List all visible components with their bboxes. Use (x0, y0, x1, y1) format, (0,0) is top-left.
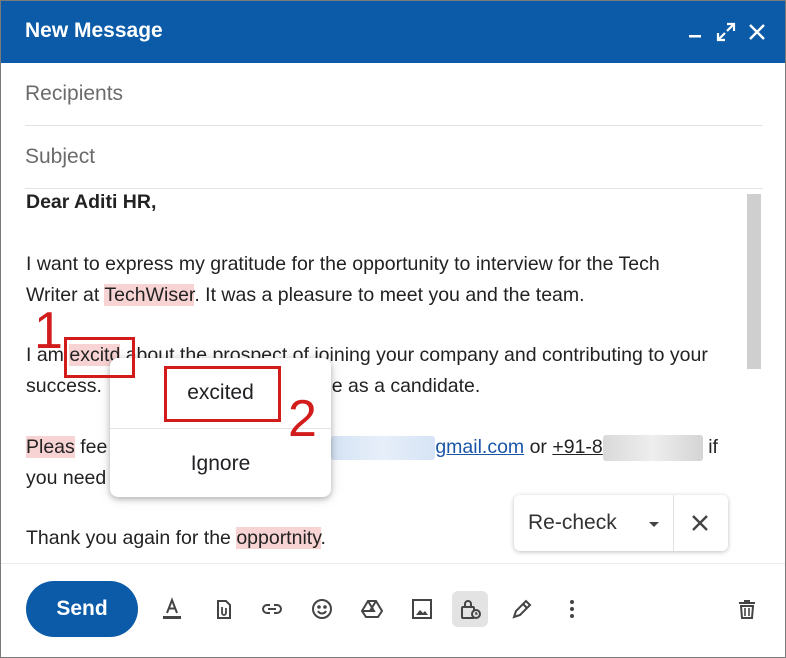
recheck-chip: Re-check (514, 495, 728, 551)
scrollbar-thumb[interactable] (747, 194, 761, 369)
compose-window: New Message Recipients Subject Dear Adit… (0, 0, 786, 658)
delete-icon[interactable] (729, 591, 765, 627)
compose-header: New Message (1, 1, 785, 63)
recheck-button[interactable]: Re-check (528, 511, 617, 535)
recipients-field[interactable]: Recipients (25, 63, 763, 126)
close-icon[interactable] (745, 20, 769, 44)
subject-placeholder: Subject (25, 145, 96, 168)
subject-field[interactable]: Subject (25, 126, 763, 189)
send-button[interactable]: Send (26, 581, 138, 637)
toolbar-divider (1, 563, 785, 564)
redacted-email (331, 435, 436, 460)
confidential-lock-icon[interactable] (452, 591, 488, 627)
misspelled-word[interactable]: opportnity (236, 527, 321, 549)
more-options-icon[interactable] (554, 591, 590, 627)
phone-link[interactable]: +91-8 (552, 434, 703, 461)
compose-title: New Message (25, 19, 163, 42)
annotation-number-1: 1 (34, 302, 63, 360)
dropdown-icon[interactable] (645, 515, 663, 533)
drive-icon[interactable] (354, 591, 390, 627)
minimize-icon[interactable] (683, 20, 707, 44)
annotation-box-1 (64, 337, 135, 378)
paragraph-3-line-2: you need (26, 467, 107, 489)
format-text-icon[interactable] (154, 591, 190, 627)
misspelled-word[interactable]: TechWiser (104, 284, 195, 306)
attach-icon[interactable] (204, 591, 240, 627)
close-recheck-icon[interactable] (688, 511, 712, 535)
link-icon[interactable] (254, 591, 290, 627)
annotation-box-2 (164, 366, 281, 422)
signature-pen-icon[interactable] (504, 591, 540, 627)
annotation-number-2: 2 (288, 390, 317, 448)
paragraph-4: Thank you again for the opportnity. (26, 527, 326, 549)
photo-icon[interactable] (404, 591, 440, 627)
greeting: Dear Aditi HR, (26, 191, 157, 213)
paragraph-1-line-1: I want to express my gratitude for the o… (26, 253, 660, 275)
paragraph-1-line-2: Writer at TechWiser. It was a pleasure t… (26, 284, 585, 306)
email-link[interactable]: gmail.com (331, 435, 524, 460)
recipients-placeholder: Recipients (25, 82, 124, 105)
emoji-icon[interactable] (304, 591, 340, 627)
recheck-divider (673, 495, 674, 551)
expand-icon[interactable] (714, 20, 738, 44)
ignore-option[interactable]: Ignore (110, 452, 331, 476)
redacted-phone (602, 434, 703, 461)
misspelled-word[interactable]: Pleas (26, 436, 75, 458)
